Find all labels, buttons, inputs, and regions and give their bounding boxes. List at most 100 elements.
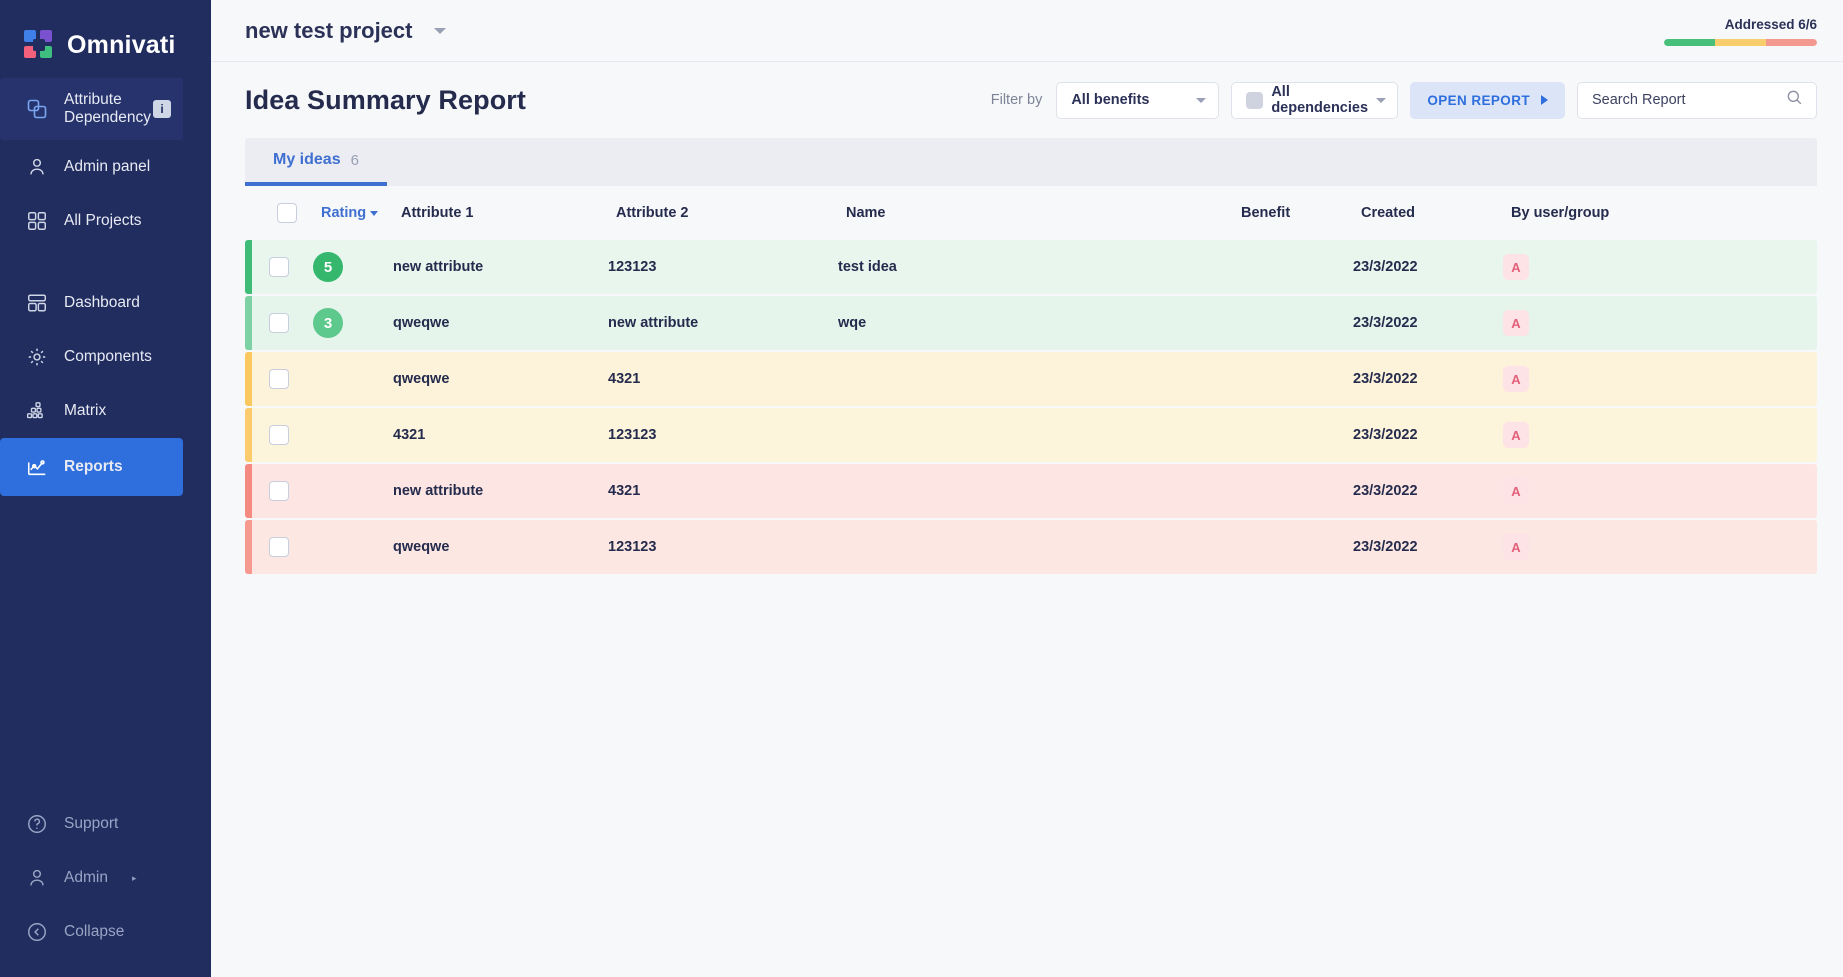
chevron-down-icon[interactable] bbox=[434, 28, 446, 34]
row-checkbox-cell bbox=[245, 481, 313, 501]
open-report-label: OPEN REPORT bbox=[1427, 93, 1530, 108]
row-user-cell: A bbox=[1503, 366, 1633, 392]
row-status-bar bbox=[245, 240, 252, 294]
sidebar-item-label: Admin panel bbox=[64, 158, 150, 176]
sidebar-item-admin-panel[interactable]: Admin panel bbox=[0, 140, 211, 194]
table-header-row: Rating Attribute 1 Attribute 2 Name Bene… bbox=[245, 186, 1817, 240]
column-header-attr2[interactable]: Attribute 2 bbox=[616, 205, 846, 221]
avatar[interactable]: A bbox=[1503, 310, 1529, 336]
addressed-label: Addressed 6/6 bbox=[1664, 17, 1817, 32]
row-checkbox[interactable] bbox=[269, 257, 289, 277]
content-area: Idea Summary Report Filter by All benefi… bbox=[211, 62, 1843, 977]
row-checkbox[interactable] bbox=[269, 313, 289, 333]
ideas-table: Rating Attribute 1 Attribute 2 Name Bene… bbox=[245, 186, 1817, 574]
avatar[interactable]: A bbox=[1503, 422, 1529, 448]
chevron-down-icon bbox=[1196, 98, 1206, 103]
row-created: 23/3/2022 bbox=[1353, 483, 1503, 499]
sidebar-item-dashboard[interactable]: Dashboard bbox=[0, 276, 211, 330]
open-report-button[interactable]: OPEN REPORT bbox=[1410, 82, 1565, 119]
tab-my-ideas[interactable]: My ideas 6 bbox=[245, 138, 387, 186]
row-attr1: qweqwe bbox=[393, 539, 608, 555]
info-icon[interactable]: i bbox=[153, 100, 171, 118]
column-header-attr1[interactable]: Attribute 1 bbox=[401, 205, 616, 221]
user-icon bbox=[24, 154, 50, 180]
sidebar-item-all-projects[interactable]: All Projects bbox=[0, 194, 211, 248]
filter-toolbar: Filter by All benefits All dependencies … bbox=[991, 82, 1817, 119]
sidebar-divider-gap bbox=[0, 248, 211, 276]
sidebar-item-label: All Projects bbox=[64, 212, 142, 230]
row-attr1: qweqwe bbox=[393, 315, 608, 331]
column-header-user-group[interactable]: By user/group bbox=[1511, 205, 1641, 221]
progress-segment-amber bbox=[1715, 39, 1766, 46]
project-title: new test project bbox=[245, 18, 412, 44]
chevron-left-circle-icon bbox=[24, 919, 50, 945]
sidebar-item-label: Reports bbox=[64, 458, 123, 476]
row-name: test idea bbox=[838, 259, 1233, 275]
row-created: 23/3/2022 bbox=[1353, 259, 1503, 275]
sidebar-item-components[interactable]: Components bbox=[0, 330, 211, 384]
avatar[interactable]: A bbox=[1503, 534, 1529, 560]
row-attr2: 4321 bbox=[608, 483, 838, 499]
row-checkbox-cell bbox=[245, 369, 313, 389]
avatar[interactable]: A bbox=[1503, 366, 1529, 392]
sidebar-item-matrix[interactable]: Matrix bbox=[0, 384, 211, 438]
search-report-box[interactable] bbox=[1577, 82, 1817, 119]
select-all-checkbox[interactable] bbox=[277, 203, 297, 223]
color-swatch-icon bbox=[1246, 92, 1263, 109]
dependencies-select[interactable]: All dependencies bbox=[1231, 82, 1398, 119]
search-icon[interactable] bbox=[1785, 88, 1804, 112]
tab-count: 6 bbox=[351, 152, 359, 169]
dependencies-select-value: All dependencies bbox=[1271, 84, 1368, 116]
sidebar-item-label: Collapse bbox=[64, 923, 124, 941]
row-created: 23/3/2022 bbox=[1353, 539, 1503, 555]
sidebar-item-support[interactable]: Support bbox=[0, 797, 211, 851]
row-created: 23/3/2022 bbox=[1353, 427, 1503, 443]
sidebar-item-attribute-dependency[interactable]: Attribute Dependency i bbox=[0, 78, 183, 140]
row-checkbox-cell bbox=[245, 257, 313, 277]
sidebar-item-collapse[interactable]: Collapse bbox=[0, 905, 211, 959]
row-created: 23/3/2022 bbox=[1353, 315, 1503, 331]
row-rating-cell: 5 bbox=[313, 252, 393, 282]
column-header-benefit[interactable]: Benefit bbox=[1241, 205, 1361, 221]
table-row[interactable]: 432112312323/3/2022A bbox=[245, 408, 1817, 462]
row-attr2: 123123 bbox=[608, 259, 838, 275]
row-checkbox[interactable] bbox=[269, 537, 289, 557]
row-checkbox[interactable] bbox=[269, 369, 289, 389]
chevron-down-icon bbox=[1376, 98, 1386, 103]
table-row[interactable]: 3 qweqwenew attributewqe 23/3/2022A bbox=[245, 296, 1817, 350]
row-attr2: 123123 bbox=[608, 539, 838, 555]
column-header-created[interactable]: Created bbox=[1361, 205, 1511, 221]
sidebar-nav: Attribute Dependency i Admin panel bbox=[0, 78, 211, 496]
question-circle-icon bbox=[24, 811, 50, 837]
row-name: wqe bbox=[838, 315, 1233, 331]
avatar[interactable]: A bbox=[1503, 478, 1529, 504]
sidebar-item-label: Components bbox=[64, 348, 152, 366]
benefits-select[interactable]: All benefits bbox=[1056, 82, 1219, 119]
layers-icon bbox=[24, 96, 50, 122]
sidebar-item-admin[interactable]: Admin ▸ bbox=[0, 851, 211, 905]
play-triangle-icon bbox=[1541, 95, 1548, 105]
row-checkbox[interactable] bbox=[269, 481, 289, 501]
row-checkbox[interactable] bbox=[269, 425, 289, 445]
table-row[interactable]: qweqwe123123 23/3/2022A bbox=[245, 520, 1817, 574]
search-input[interactable] bbox=[1592, 92, 1785, 108]
rating-badge: 3 bbox=[313, 308, 343, 338]
row-status-bar bbox=[245, 408, 252, 462]
table-row[interactable]: qweqwe432123/3/2022A bbox=[245, 352, 1817, 406]
column-header-name[interactable]: Name bbox=[846, 205, 1241, 221]
sidebar-item-reports[interactable]: Reports bbox=[0, 438, 183, 496]
brand[interactable]: Omnivati bbox=[0, 0, 211, 66]
row-rating-cell: 3 bbox=[313, 308, 393, 338]
table-body: 5new attribute123123test idea23/3/2022A3… bbox=[245, 240, 1817, 574]
table-row[interactable]: 5new attribute123123test idea23/3/2022A bbox=[245, 240, 1817, 294]
sidebar-item-label: Attribute Dependency bbox=[64, 91, 151, 127]
avatar[interactable]: A bbox=[1503, 254, 1529, 280]
column-header-rating[interactable]: Rating bbox=[321, 205, 401, 221]
caret-down-icon bbox=[370, 211, 378, 216]
rating-badge: 5 bbox=[313, 252, 343, 282]
omnivati-logo-icon bbox=[24, 30, 54, 60]
sidebar-item-label: Support bbox=[64, 815, 118, 833]
table-row[interactable]: new attribute432123/3/2022A bbox=[245, 464, 1817, 518]
matrix-icon bbox=[24, 398, 50, 424]
row-attr2: new attribute bbox=[608, 315, 838, 331]
